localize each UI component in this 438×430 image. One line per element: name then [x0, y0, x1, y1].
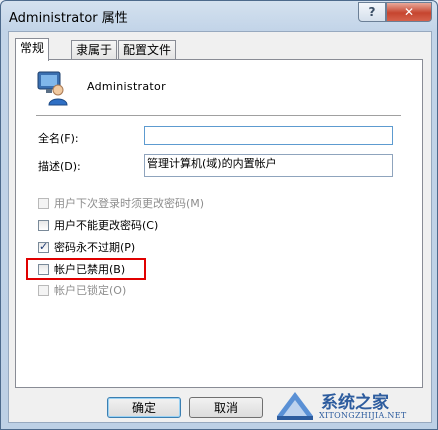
window-title: Administrator 属性 — [9, 11, 128, 26]
highlight-box — [26, 258, 146, 280]
dialog-client-area: 常规 隶属于 配置文件 Administrator 全名(F): 描述(D): … — [8, 31, 432, 423]
fullname-field[interactable] — [144, 126, 393, 145]
tab-member-of[interactable]: 隶属于 — [71, 40, 118, 60]
checkbox-label: 用户不能更改密码(C) — [54, 219, 159, 232]
close-button[interactable]: ✕ — [386, 2, 432, 22]
description-field[interactable]: 管理计算机(域)的内置帐户 — [144, 154, 393, 177]
checkbox-label: 密码永不过期(P) — [54, 241, 136, 254]
checkbox-box[interactable] — [38, 284, 49, 296]
tab-general[interactable]: 常规 — [15, 38, 50, 61]
check-mark-icon: ✓ — [39, 239, 49, 253]
watermark-title: 系统之家 — [321, 393, 389, 413]
checkbox-password-never-expires[interactable]: ✓ 密码永不过期(P) — [38, 239, 135, 255]
description-label: 描述(D): — [38, 160, 81, 173]
watermark: 系统之家 XITONGZHIJIA.NET — [269, 384, 434, 428]
user-name: Administrator — [87, 80, 166, 93]
divider — [36, 115, 401, 116]
checkbox-box[interactable] — [38, 219, 49, 231]
checkbox-box[interactable] — [38, 197, 49, 209]
ok-button[interactable]: 确定 — [107, 397, 181, 418]
cancel-button[interactable]: 取消 — [189, 397, 263, 418]
checkbox-must-change-password[interactable]: 用户下次登录时须更改密码(M) — [38, 195, 204, 211]
title-bar[interactable]: Administrator 属性 ? ✕ — [1, 1, 437, 31]
general-tab-panel: Administrator 全名(F): 描述(D): 管理计算机(域)的内置帐… — [15, 59, 423, 388]
dialog-window: Administrator 属性 ? ✕ 常规 隶属于 配置文件 Adminis… — [0, 0, 438, 430]
checkbox-label: 用户下次登录时须更改密码(M) — [54, 197, 205, 210]
checkbox-label: 帐户已锁定(O) — [54, 284, 127, 297]
help-button[interactable]: ? — [358, 2, 386, 22]
user-icon — [36, 70, 70, 109]
fullname-label: 全名(F): — [38, 132, 79, 145]
checkbox-account-locked[interactable]: 帐户已锁定(O) — [38, 282, 126, 298]
checkbox-cannot-change-password[interactable]: 用户不能更改密码(C) — [38, 217, 158, 233]
tab-profile[interactable]: 配置文件 — [118, 40, 177, 60]
watermark-subtitle: XITONGZHIJIA.NET — [319, 411, 407, 420]
checkbox-box[interactable]: ✓ — [38, 239, 49, 253]
